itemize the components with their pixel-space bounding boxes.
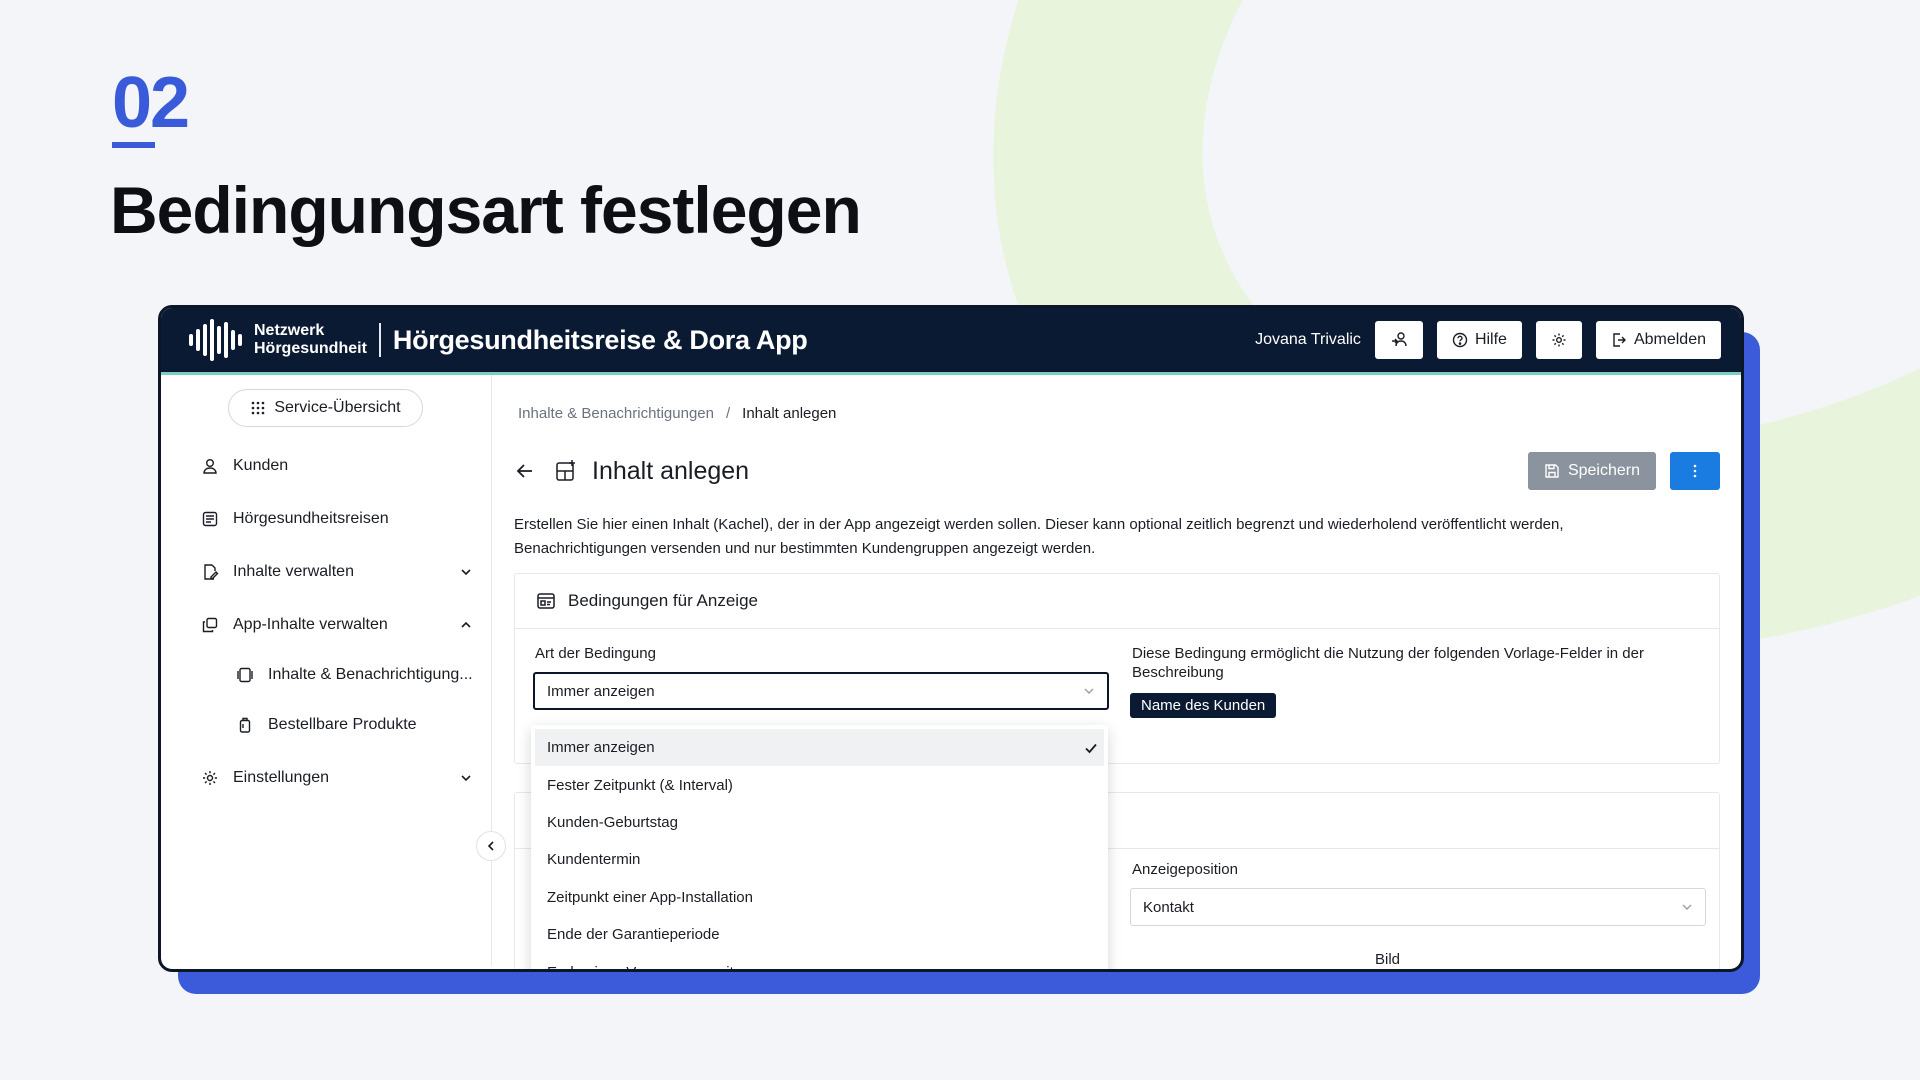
breadcrumb: Inhalte & Benachrichtigungen / Inhalt an… xyxy=(518,405,1720,422)
dropdown-option[interactable]: Ende der Garantieperiode xyxy=(535,916,1104,953)
gear-icon xyxy=(203,770,217,785)
sidebar-item-inhalte-benachrichtigungen[interactable]: Inhalte & Benachrichtigung... xyxy=(161,651,491,698)
image-label: Bild xyxy=(1375,951,1401,968)
sidebar-item-kunden[interactable]: Kunden xyxy=(161,439,491,492)
journey-icon xyxy=(202,511,218,526)
sidebar-item-einstellungen[interactable]: Einstellungen xyxy=(161,751,491,804)
dropdown-option[interactable]: Zeitpunkt einer App-Installation xyxy=(535,879,1104,916)
display-conditions-icon xyxy=(537,593,555,609)
slide-title: Bedingungsart festlegen xyxy=(110,173,862,247)
back-arrow-icon[interactable] xyxy=(514,460,536,482)
sidebar-item-hoergesundheitsreisen[interactable]: Hörgesundheitsreisen xyxy=(161,492,491,545)
dropdown-option[interactable]: Kundentermin xyxy=(535,841,1104,878)
chevron-down-icon xyxy=(1682,904,1692,910)
user-name: Jovana Trivalic xyxy=(1255,331,1361,348)
tiles-icon xyxy=(237,667,253,682)
logo-divider xyxy=(378,323,381,357)
app-title: Hörgesundheitsreise & Dora App xyxy=(392,324,808,355)
grid-icon xyxy=(252,401,265,415)
app-content-icon xyxy=(202,617,218,632)
logo-text: Netzwerk Hörgesundheit xyxy=(254,322,367,357)
logout-icon xyxy=(1613,333,1626,347)
sidebar-item-bestellbare-produkte[interactable]: Bestellbare Produkte xyxy=(161,698,491,751)
logout-button[interactable]: Abmelden xyxy=(1595,321,1721,359)
condition-type-label: Art der Bedingung xyxy=(535,645,656,662)
service-overview-button[interactable]: Service-Übersicht xyxy=(228,389,423,427)
dropdown-option[interactable]: Ende eines Versorgungszeitraums xyxy=(535,953,1104,969)
logo: Netzwerk Hörgesundheit xyxy=(189,319,367,361)
user-icon xyxy=(203,458,217,474)
dropdown-option[interactable]: Immer anzeigen xyxy=(535,729,1104,767)
main-content: Inhalte & Benachrichtigungen / Inhalt an… xyxy=(492,375,1741,969)
chevron-down-icon xyxy=(1084,688,1094,694)
page-description: Erstellen Sie hier einen Inhalt (Kachel)… xyxy=(514,516,1564,557)
help-icon xyxy=(1452,332,1468,348)
dropdown-option[interactable]: Fester Zeitpunkt (& Interval) xyxy=(535,766,1104,803)
topbar: Netzwerk Hörgesundheit Hörgesundheitsrei… xyxy=(161,308,1741,375)
breadcrumb-current: Inhalt anlegen xyxy=(742,405,837,422)
chevron-down-icon xyxy=(461,774,471,781)
condition-type-dropdown: Immer anzeigen Fester Zeitpunkt (& Inter… xyxy=(531,725,1108,969)
save-button[interactable]: Speichern xyxy=(1527,452,1656,490)
breadcrumb-link[interactable]: Inhalte & Benachrichtigungen xyxy=(518,405,714,422)
chevron-down-icon xyxy=(461,568,471,575)
add-tile-icon xyxy=(556,460,575,481)
sidebar-item-inhalte-verwalten[interactable]: Inhalte verwalten xyxy=(161,545,491,598)
step-number: 02 xyxy=(112,63,190,143)
chevron-up-icon xyxy=(461,621,471,628)
display-position-select[interactable]: Kontakt xyxy=(1130,888,1706,926)
gear-icon xyxy=(1552,333,1566,347)
check-icon xyxy=(1085,743,1097,754)
switch-user-icon xyxy=(1391,332,1407,347)
save-icon xyxy=(1545,464,1559,478)
dropdown-option[interactable]: Kunden-Geburtstag xyxy=(535,804,1104,841)
sidebar: Service-Übersicht Kunden Hörgesundheitsr… xyxy=(161,375,506,966)
breadcrumb-separator: / xyxy=(725,405,731,422)
logo-wave-icon xyxy=(189,319,242,361)
switch-user-button[interactable] xyxy=(1374,321,1423,359)
edit-document-icon xyxy=(204,563,219,580)
page-title: Inhalt anlegen xyxy=(592,456,750,485)
more-options-button[interactable] xyxy=(1670,452,1720,490)
settings-button[interactable] xyxy=(1535,321,1582,359)
template-field-tag: Name des Kunden xyxy=(1130,693,1277,718)
sidebar-item-app-inhalte-verwalten[interactable]: App-Inhalte verwalten xyxy=(161,598,491,651)
conditions-panel-header: Bedingungen für Anzeige xyxy=(515,574,1719,629)
product-icon xyxy=(239,717,251,733)
display-position-label: Anzeigeposition xyxy=(1132,861,1238,878)
step-underline xyxy=(112,142,155,148)
condition-type-select[interactable]: Immer anzeigen xyxy=(533,672,1109,710)
template-fields-hint: Diese Bedingung ermöglicht die Nutzung d… xyxy=(1132,645,1644,681)
app-window: Netzwerk Hörgesundheit Hörgesundheitsrei… xyxy=(158,305,1744,972)
more-vertical-icon xyxy=(1693,464,1697,478)
help-button[interactable]: Hilfe xyxy=(1436,321,1522,359)
